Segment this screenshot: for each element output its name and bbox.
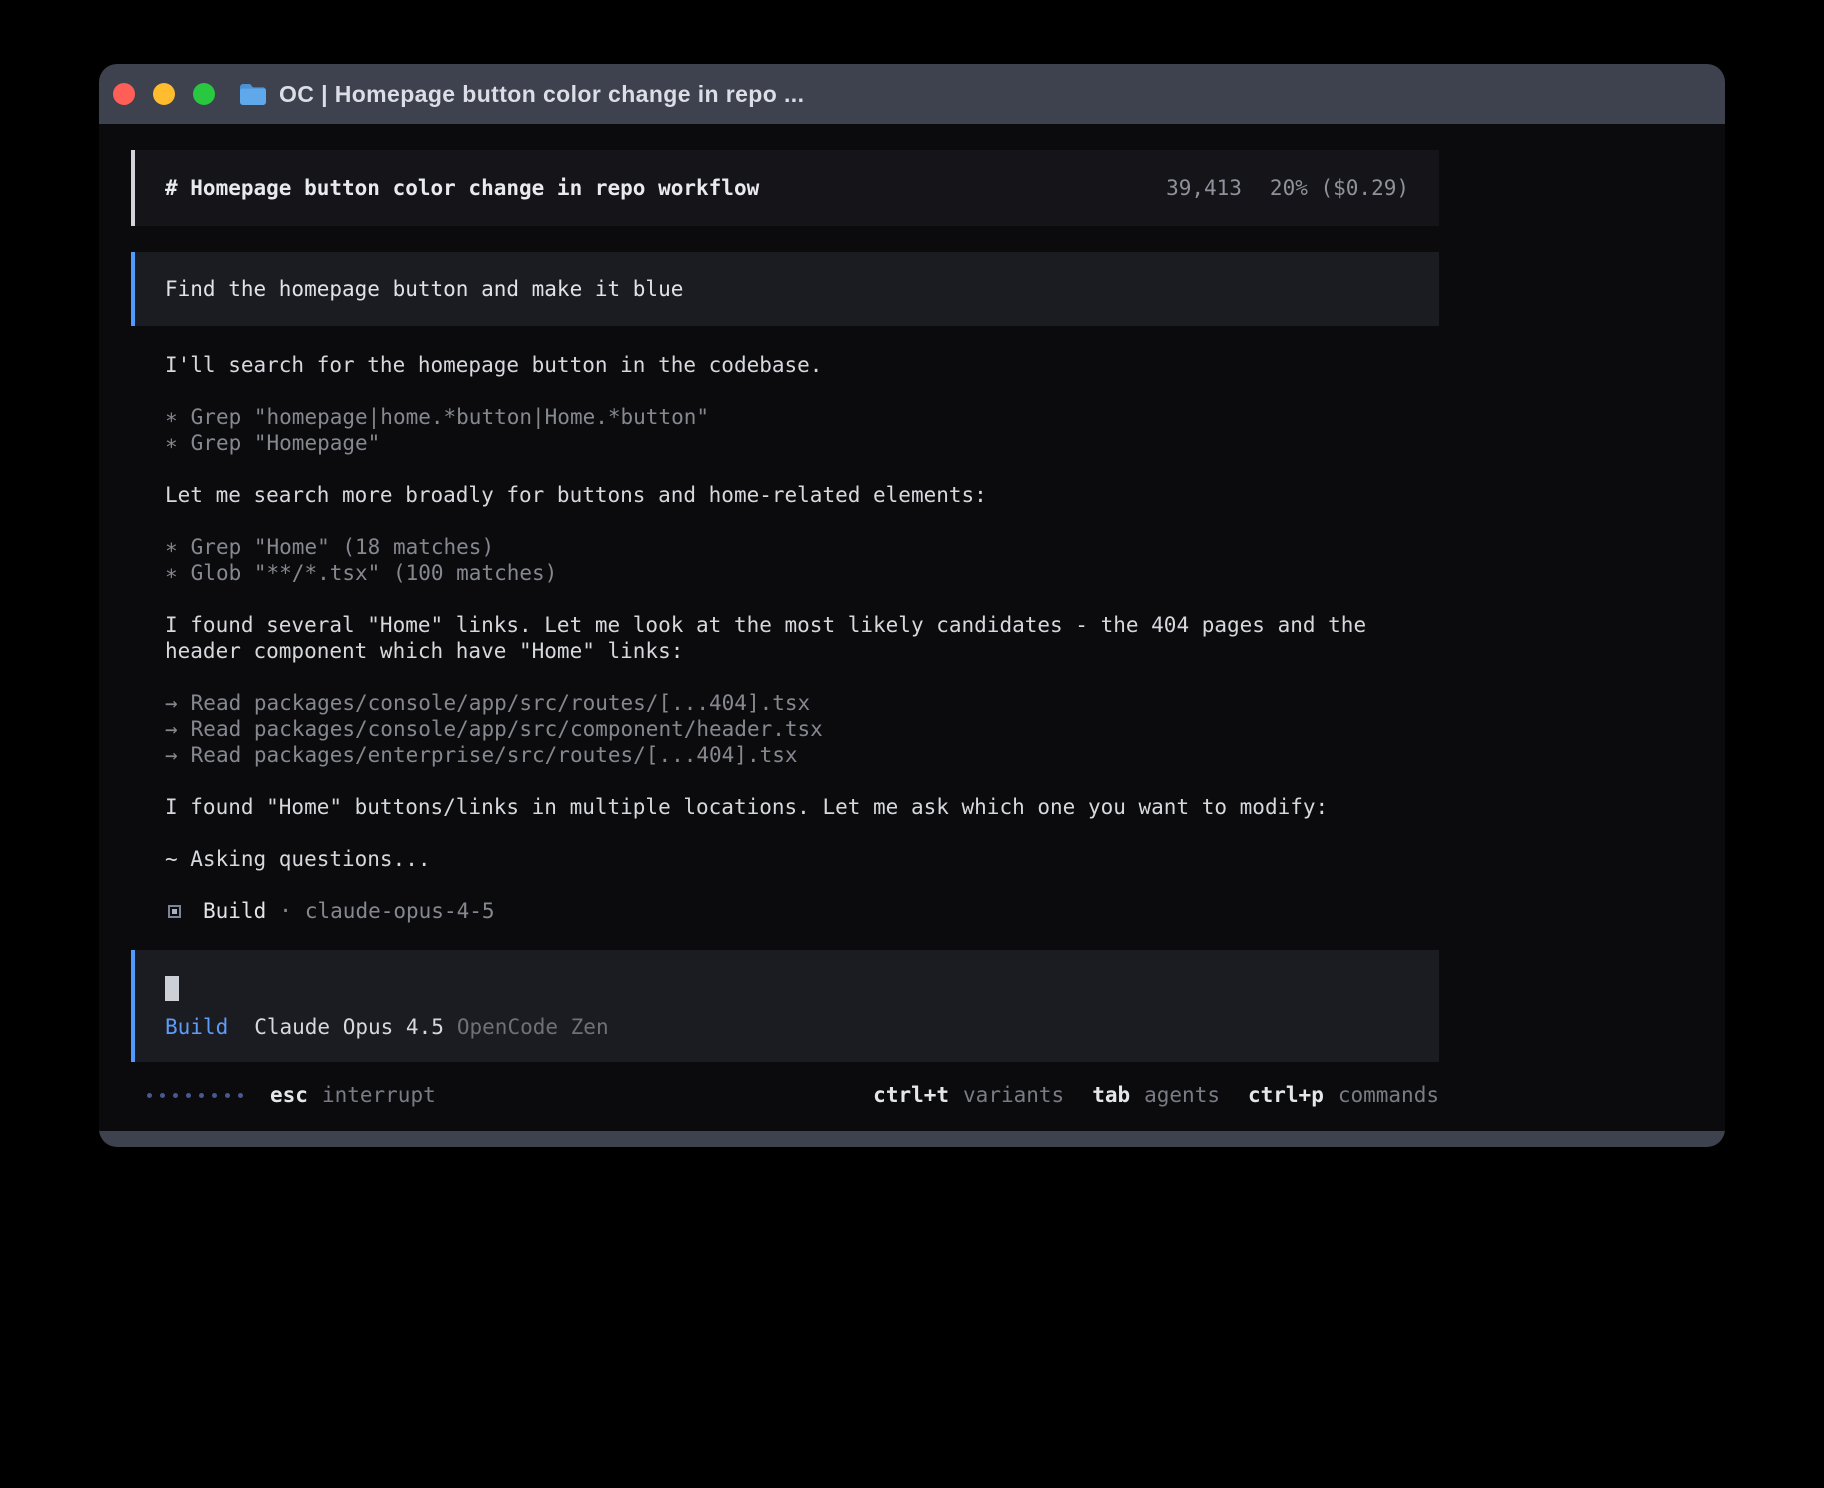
session-title: # Homepage button color change in repo w… (165, 175, 759, 201)
agent-separator: · (279, 898, 292, 924)
spinner-dot (225, 1093, 230, 1098)
hint-key: tab (1092, 1082, 1130, 1108)
user-message-text: Find the homepage button and make it blu… (165, 277, 683, 301)
tool-call-group: ∗ Grep "homepage|home.*button|Home.*butto… (165, 404, 1439, 456)
window-title: OC | Homepage button color change in rep… (279, 81, 804, 108)
tool-status-icon: ∗ (165, 561, 178, 585)
tool-call-read: → Read packages/console/app/src/routes/[.… (165, 690, 1439, 716)
tool-call-label: Read packages/console/app/src/component/… (191, 717, 823, 741)
assistant-text: I found "Home" buttons/links in multiple… (165, 794, 1439, 820)
agent-name: Build (203, 898, 266, 924)
token-count: 39,413 (1166, 175, 1242, 201)
status-bar: esc interrupt ctrl+t variants tab agents… (131, 1082, 1439, 1108)
folder-icon (239, 83, 267, 105)
tool-call-label: Read packages/console/app/src/routes/[..… (191, 691, 811, 715)
model-selector-row: Build Claude Opus 4.5 OpenCode Zen (165, 1014, 1409, 1040)
user-message: Find the homepage button and make it blu… (131, 252, 1439, 326)
spinner-dot (173, 1093, 178, 1098)
terminal-body: # Homepage button color change in repo w… (99, 124, 1725, 1131)
hint-label: agents (1144, 1082, 1220, 1108)
traffic-lights (113, 83, 215, 105)
tool-call-label: Grep "Homepage" (191, 431, 381, 455)
tool-status-icon: ∗ (165, 535, 178, 559)
spinner-dot (160, 1093, 165, 1098)
zoom-button[interactable] (193, 83, 215, 105)
hint-label: variants (963, 1082, 1064, 1108)
tool-call-grep: ∗ Grep "Homepage" (165, 430, 1439, 456)
spinner-dot (212, 1093, 217, 1098)
tool-status-icon: ∗ (165, 405, 178, 429)
tool-call-group: → Read packages/console/app/src/routes/[.… (165, 690, 1439, 768)
tool-status-icon: → (165, 691, 178, 715)
tool-call-label: Glob "**/*.tsx" (100 matches) (191, 561, 558, 585)
assistant-text-line: header component which have "Home" links… (165, 638, 1439, 664)
spinner-dot (238, 1093, 243, 1098)
model-provider-label: OpenCode Zen (457, 1014, 609, 1040)
minimize-button[interactable] (153, 83, 175, 105)
hint-interrupt: esc interrupt (270, 1082, 436, 1108)
agent-model: claude-opus-4-5 (305, 898, 495, 924)
hint-key: ctrl+t (873, 1082, 949, 1108)
tool-call-group: ∗ Grep "Home" (18 matches) ∗ Glob "**/*.ts… (165, 534, 1439, 586)
hint-key: ctrl+p (1248, 1082, 1324, 1108)
tool-call-grep: ∗ Grep "homepage|home.*button|Home.*butto… (165, 404, 1439, 430)
working-status: ~ Asking questions... (165, 846, 1439, 872)
tool-status-icon: → (165, 743, 178, 767)
tool-call-label: Grep "Home" (18 matches) (191, 535, 494, 559)
tool-call-label: Read packages/enterprise/src/routes/[...… (191, 743, 798, 767)
assistant-text-line: I found several "Home" links. Let me loo… (165, 612, 1439, 638)
prompt-cursor-row[interactable] (165, 974, 1409, 1000)
assistant-text: Let me search more broadly for buttons a… (165, 482, 1439, 508)
session-stats: 39,413 20% ($0.29) (1166, 175, 1409, 201)
assistant-text: I'll search for the homepage button in t… (165, 352, 1439, 378)
tool-call-glob: ∗ Glob "**/*.tsx" (100 matches) (165, 560, 1439, 586)
hint-variants: ctrl+t variants (873, 1082, 1064, 1108)
window-titlebar[interactable]: OC | Homepage button color change in rep… (99, 64, 1725, 124)
spinner-dot (186, 1093, 191, 1098)
prompt-input[interactable]: Build Claude Opus 4.5 OpenCode Zen (131, 950, 1439, 1062)
current-model-label: Claude Opus 4.5 (254, 1014, 444, 1040)
spinner-dots (147, 1093, 243, 1098)
text-cursor (165, 976, 179, 1001)
tool-call-read: → Read packages/console/app/src/component… (165, 716, 1439, 742)
agent-indicator: Build · claude-opus-4-5 (168, 898, 1439, 924)
hint-commands: ctrl+p commands (1248, 1082, 1439, 1108)
spinner-dot (199, 1093, 204, 1098)
terminal-window: OC | Homepage button color change in rep… (99, 64, 1725, 1147)
close-button[interactable] (113, 83, 135, 105)
current-agent-label: Build (165, 1014, 228, 1040)
hint-label: interrupt (322, 1082, 436, 1108)
tool-status-icon: → (165, 717, 178, 741)
tool-status-icon: ∗ (165, 431, 178, 455)
agent-square-icon (168, 905, 181, 918)
assistant-text: I found several "Home" links. Let me loo… (165, 612, 1439, 664)
session-header: # Homepage button color change in repo w… (131, 150, 1439, 226)
keyboard-hints: ctrl+t variants tab agents ctrl+p comman… (873, 1082, 1439, 1108)
context-cost: 20% ($0.29) (1270, 175, 1409, 201)
tool-call-label: Grep "homepage|home.*button|Home.*button… (191, 405, 709, 429)
tool-call-grep: ∗ Grep "Home" (18 matches) (165, 534, 1439, 560)
spinner-dot (147, 1093, 152, 1098)
hint-key: esc (270, 1082, 308, 1108)
hint-label: commands (1338, 1082, 1439, 1108)
tool-call-read: → Read packages/enterprise/src/routes/[..… (165, 742, 1439, 768)
hint-agents: tab agents (1092, 1082, 1220, 1108)
